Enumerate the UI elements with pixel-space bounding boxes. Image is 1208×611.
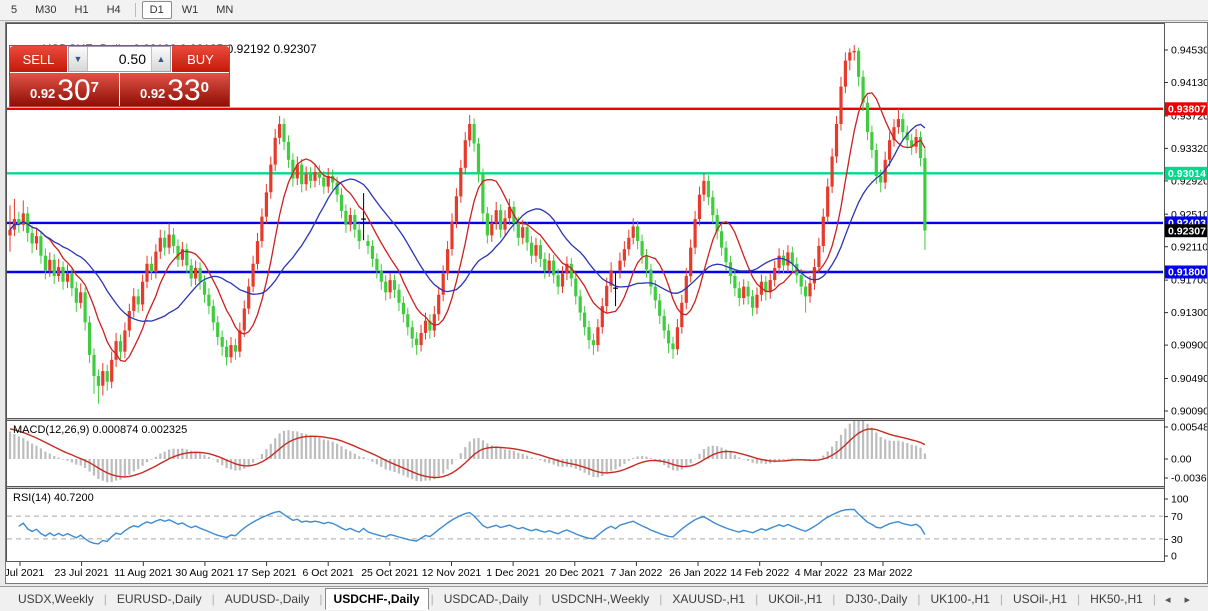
price-tick-label: 0.90900: [1171, 340, 1207, 352]
rsi-pane: [7, 509, 1163, 544]
timeframe-button-M30[interactable]: M30: [27, 1, 64, 19]
tab-separator: |: [832, 592, 835, 606]
tab-hk50-h1[interactable]: HK50-,H1: [1082, 589, 1151, 609]
tab-separator: |: [917, 592, 920, 606]
date-tick-label: 14 Feb 2022: [730, 567, 789, 579]
price-tick-label: 0.91300: [1171, 307, 1207, 319]
price-tick-label: 0.93320: [1171, 143, 1207, 155]
price-badge-label: 0.91800: [1168, 267, 1206, 279]
tab-audusd-daily[interactable]: AUDUSD-,Daily: [217, 589, 318, 609]
buy-price-base: 0.92: [140, 84, 165, 104]
tab-usdcad-daily[interactable]: USDCAD-,Daily: [436, 589, 537, 609]
price-badge-label: 0.93014: [1168, 168, 1206, 180]
one-click-trade-panel: SELL ▼ 0.50 ▲ BUY 0.92 30 7 0.92 33 0: [9, 45, 230, 107]
tab-dj30-daily[interactable]: DJ30-,Daily: [837, 589, 915, 609]
timeframe-toolbar: 5M30H1H4 D1W1MN: [0, 0, 1208, 21]
tab-separator: |: [1153, 592, 1156, 606]
volume-decrease-icon[interactable]: ▼: [69, 47, 88, 71]
tab-separator: |: [755, 592, 758, 606]
price-tick-label: 0.92110: [1171, 241, 1207, 253]
tab-separator: |: [104, 592, 107, 606]
buy-button[interactable]: BUY: [172, 46, 229, 72]
tab-usdcnh-weekly[interactable]: USDCNH-,Weekly: [544, 589, 658, 609]
tab-usdx-weekly[interactable]: USDX,Weekly: [10, 589, 102, 609]
price-badge-label: 0.93807: [1168, 103, 1206, 115]
date-tick-label: 4 Mar 2022: [795, 567, 848, 579]
volume-input[interactable]: 0.50: [88, 47, 151, 71]
tab-separator: |: [431, 592, 434, 606]
moving-average-layer: [10, 93, 925, 362]
price-tick-label: 0.90490: [1171, 373, 1207, 385]
tab-xauusd-h1[interactable]: XAUUSD-,H1: [664, 589, 753, 609]
rsi-indicator-label: RSI(14) 40.7200: [13, 492, 94, 504]
timeframe-button-W1[interactable]: W1: [174, 1, 207, 19]
date-tick-label: 30 Aug 2021: [175, 567, 234, 579]
terminal-window: 5M30H1H4D1W1MN 0.945300.941300.937200.93…: [0, 0, 1208, 611]
hline-layer[interactable]: [7, 109, 1163, 272]
price-tick-label: 0.90090: [1171, 406, 1207, 418]
buy-price-display[interactable]: 0.92 33 0: [120, 73, 229, 106]
sell-button[interactable]: SELL: [10, 46, 67, 72]
date-tick-label: 20 Dec 2021: [545, 567, 605, 579]
tab-usdchf-daily[interactable]: USDCHF-,Daily: [325, 588, 429, 610]
sell-price-pips: 30: [57, 78, 90, 104]
sell-price-display[interactable]: 0.92 30 7: [10, 73, 119, 106]
sell-price-point: 7: [91, 73, 99, 103]
date-tick-label: 26 Jan 2022: [669, 567, 727, 579]
date-tick-label: 7 Jan 2022: [610, 567, 662, 579]
rsi-tick-label: 30: [1171, 534, 1183, 546]
date-tick-label: 17 Sep 2021: [237, 567, 297, 579]
timeframe-button-MN[interactable]: MN: [208, 1, 241, 19]
rsi-tick-label: 0: [1171, 551, 1177, 563]
tab-separator: |: [212, 592, 215, 606]
date-tick-label: 1 Dec 2021: [486, 567, 540, 579]
timeframe-button-D1[interactable]: D1: [142, 1, 172, 19]
date-tick-label: 5 Jul 2021: [6, 567, 44, 579]
tab-ukoil-h1[interactable]: UKOil-,H1: [760, 589, 830, 609]
sell-price-base: 0.92: [30, 84, 55, 104]
tab-eurusd-daily[interactable]: EURUSD-,Daily: [109, 589, 210, 609]
rsi-tick-label: 100: [1171, 494, 1189, 506]
chart-canvas[interactable]: 0.945300.941300.937200.933200.929200.925…: [6, 23, 1207, 583]
symbol-tab-bar: USDX,Weekly|EURUSD-,Daily|AUDUSD-,Daily|…: [0, 586, 1208, 611]
tab-separator: |: [1077, 592, 1080, 606]
date-tick-label: 6 Oct 2021: [303, 567, 355, 579]
tab-separator: |: [659, 592, 662, 606]
tab-uk100-h1[interactable]: UK100-,H1: [923, 589, 998, 609]
macd-tick-label: 0.005489: [1171, 422, 1207, 434]
macd-tick-label: -0.003641: [1171, 473, 1207, 485]
volume-stepper: ▼ 0.50 ▲: [68, 46, 171, 72]
date-tick-label: 12 Nov 2021: [422, 567, 482, 579]
date-tick-label: 23 Jul 2021: [54, 567, 108, 579]
date-tick-label: 23 Mar 2022: [854, 567, 913, 579]
scroll-tabs-right-icon[interactable]: ▸: [1178, 593, 1198, 606]
scroll-tabs-left-icon[interactable]: ◂: [1158, 593, 1178, 606]
tab-usoil-h1[interactable]: USOil-,H1: [1005, 589, 1075, 609]
rsi-tick-label: 70: [1171, 511, 1183, 523]
price-tick-label: 0.94130: [1171, 77, 1207, 89]
timeframe-button-H1[interactable]: H1: [67, 1, 97, 19]
macd-signal-line: [10, 429, 925, 478]
chart-window: 0.945300.941300.937200.933200.929200.925…: [5, 22, 1208, 584]
buy-price-point: 0: [201, 73, 209, 103]
timeframe-button-5[interactable]: 5: [3, 1, 25, 19]
tab-separator: |: [319, 592, 322, 606]
macd-indicator-label: MACD(12,26,9) 0.000874 0.002325: [13, 424, 187, 436]
price-tick-label: 0.94530: [1171, 45, 1207, 57]
volume-increase-icon[interactable]: ▲: [151, 47, 170, 71]
date-tick-label: 11 Aug 2021: [114, 567, 172, 579]
macd-tick-label: 0.00: [1171, 454, 1192, 466]
price-badge-label: 0.92307: [1168, 225, 1206, 237]
timeframe-button-H4[interactable]: H4: [99, 1, 129, 19]
toolbar-separator: [135, 3, 136, 17]
tab-separator: |: [538, 592, 541, 606]
tab-separator: |: [1000, 592, 1003, 606]
buy-price-pips: 33: [167, 78, 200, 104]
date-tick-label: 25 Oct 2021: [361, 567, 418, 579]
